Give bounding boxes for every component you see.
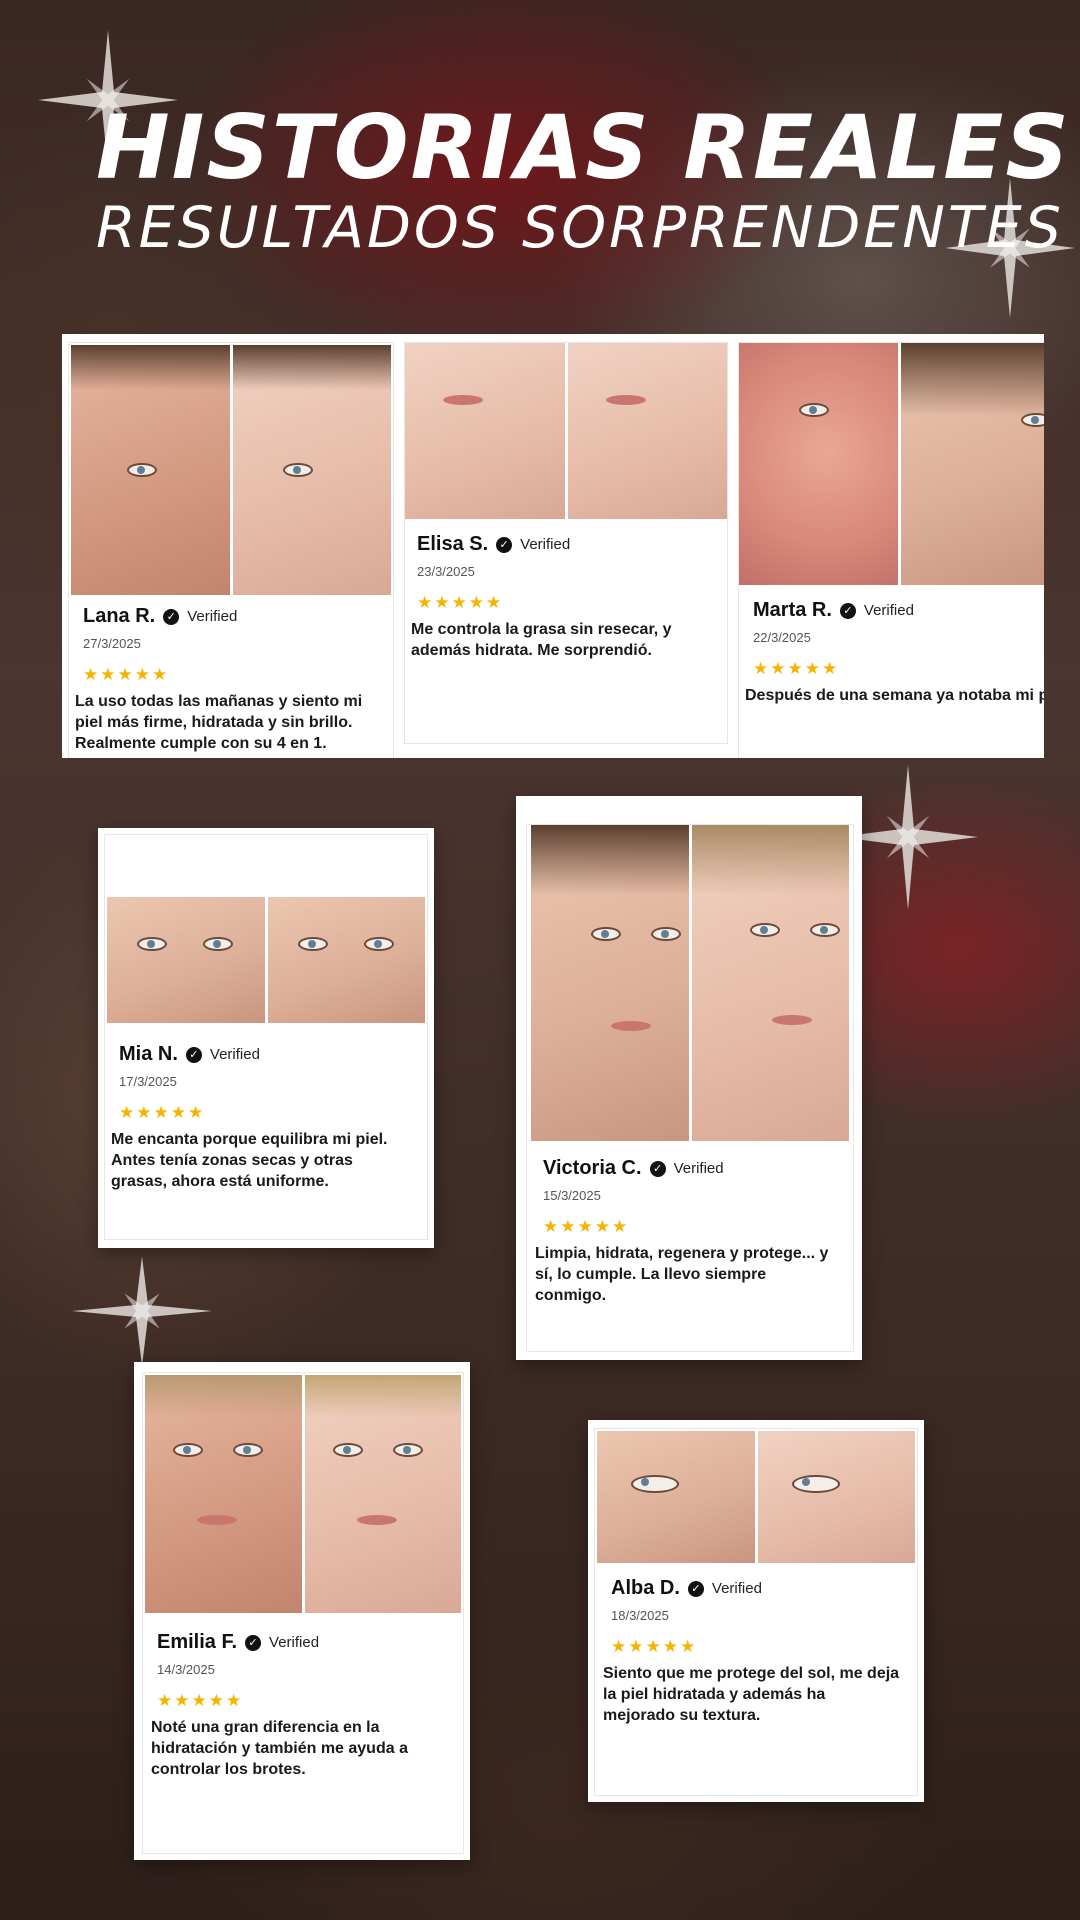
- page-subtitle: RESULTADOS SORPRENDENTES: [96, 195, 1064, 261]
- star-rating: ★★★★★: [83, 665, 170, 685]
- reviewer-name: Mia N.: [119, 1043, 178, 1065]
- review-strip: Lana R. ✓ Verified 27/3/2025 ★★★★★ La us…: [62, 334, 1044, 758]
- review-card-emilia: Emilia F. ✓ Verified 14/3/2025 ★★★★★ Not…: [134, 1362, 470, 1860]
- star-rating: ★★★★★: [753, 659, 840, 679]
- review-text: Me encanta porque equilibra mi piel. Ant…: [111, 1131, 388, 1190]
- page-title: HISTORIAS REALES: [96, 96, 1071, 199]
- review-card-mia: Mia N. ✓ Verified 17/3/2025 ★★★★★ Me enc…: [98, 828, 434, 1248]
- before-after-photo: [597, 1431, 915, 1563]
- review-date: 15/3/2025: [543, 1188, 601, 1203]
- before-after-photo: [739, 343, 1044, 585]
- verified-check-icon: ✓: [649, 1160, 666, 1177]
- verified-label: Verified: [520, 536, 571, 553]
- star-rating: ★★★★★: [119, 1103, 206, 1123]
- sparkle-icon: [72, 1256, 212, 1366]
- review-text: Siento que me protege del sol, me deja l…: [603, 1665, 900, 1724]
- verified-label: Verified: [863, 602, 914, 619]
- review-text: Me controla la grasa sin resecar, y adem…: [411, 621, 672, 659]
- review-card-alba: Alba D. ✓ Verified 18/3/2025 ★★★★★ Sient…: [588, 1420, 924, 1802]
- reviewer-name: Emilia F.: [157, 1631, 238, 1653]
- verified-check-icon: ✓: [839, 602, 856, 619]
- before-after-photo: [107, 897, 425, 1023]
- review-text: Noté una gran diferencia en la hidrataci…: [151, 1719, 408, 1778]
- star-rating: ★★★★★: [157, 1691, 244, 1711]
- reviewer-name: Alba D.: [611, 1577, 680, 1599]
- verified-check-icon: ✓: [245, 1634, 262, 1651]
- verified-label: Verified: [711, 1580, 762, 1597]
- review-text: La uso todas las mañanas y siento mi pie…: [75, 693, 363, 752]
- star-rating: ★★★★★: [543, 1217, 630, 1237]
- review-date: 14/3/2025: [157, 1662, 215, 1677]
- before-after-photo: [405, 343, 727, 519]
- reviewer-name: Elisa S.: [417, 533, 489, 555]
- before-after-photo: [71, 345, 391, 595]
- review-date: 17/3/2025: [119, 1074, 177, 1089]
- review-card-lana: Lana R. ✓ Verified 27/3/2025 ★★★★★ La us…: [68, 342, 394, 758]
- verified-check-icon: ✓: [163, 608, 180, 625]
- reviewer-name: Victoria C.: [543, 1157, 642, 1179]
- review-card-marta: Marta R. ✓ Verified 22/3/2025 ★★★★★ Desp…: [738, 342, 1044, 758]
- review-text: Limpia, hidrata, regenera y protege... y…: [535, 1245, 829, 1304]
- review-date: 22/3/2025: [753, 630, 811, 645]
- verified-check-icon: ✓: [496, 536, 513, 553]
- review-date: 27/3/2025: [83, 636, 141, 651]
- verified-label: Verified: [209, 1046, 260, 1063]
- before-after-photo: [531, 825, 849, 1141]
- verified-check-icon: ✓: [687, 1580, 704, 1597]
- review-card-victoria: Victoria C. ✓ Verified 15/3/2025 ★★★★★ L…: [516, 796, 862, 1360]
- review-date: 23/3/2025: [417, 564, 475, 579]
- verified-check-icon: ✓: [185, 1046, 202, 1063]
- verified-label: Verified: [187, 608, 238, 625]
- review-date: 18/3/2025: [611, 1608, 669, 1623]
- review-text: Después de una semana ya notaba mi piel …: [745, 687, 1044, 704]
- reviewer-name: Marta R.: [753, 599, 832, 621]
- verified-label: Verified: [269, 1634, 320, 1651]
- reviewer-name: Lana R.: [83, 605, 156, 627]
- star-rating: ★★★★★: [611, 1637, 698, 1657]
- before-after-photo: [145, 1375, 461, 1613]
- review-card-elisa: Elisa S. ✓ Verified 23/3/2025 ★★★★★ Me c…: [404, 342, 728, 744]
- verified-label: Verified: [673, 1160, 724, 1177]
- star-rating: ★★★★★: [417, 593, 504, 613]
- page-header: HISTORIAS REALES RESULTADOS SORPRENDENTE…: [96, 96, 1071, 261]
